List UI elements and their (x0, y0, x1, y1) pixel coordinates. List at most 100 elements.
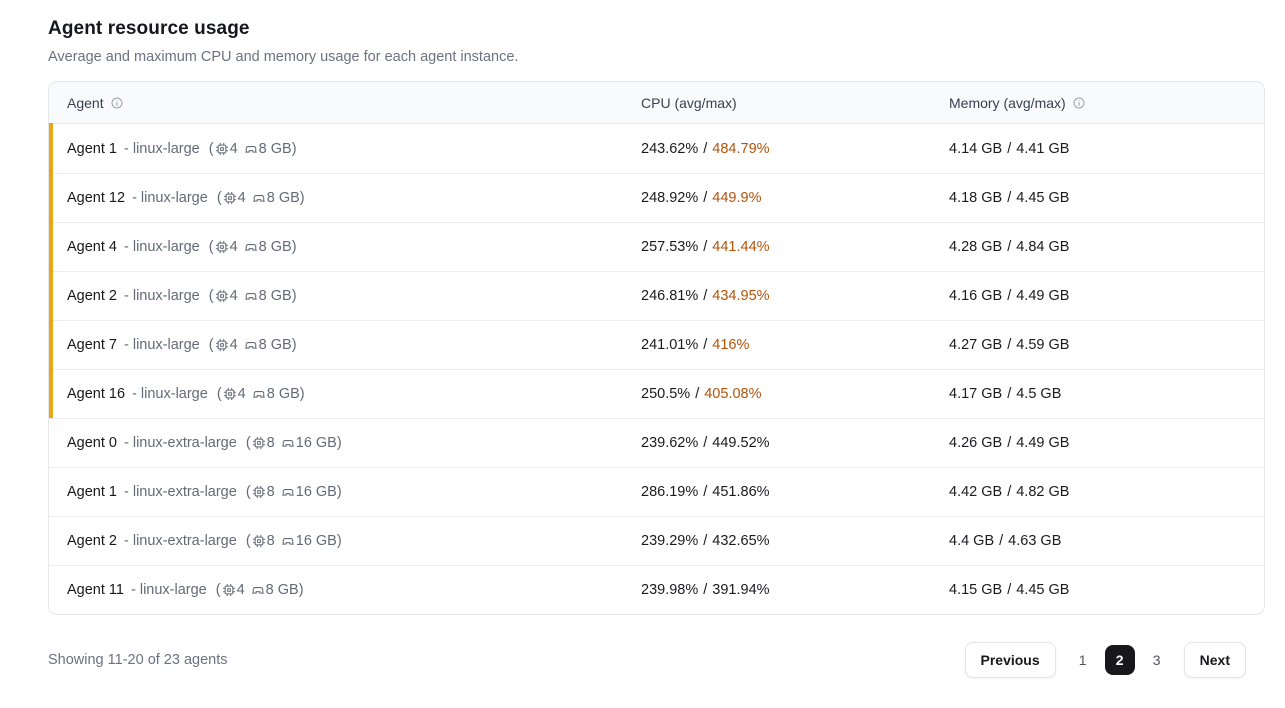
memory-avg: 4.17 GB (949, 386, 1002, 402)
memory-avg: 4.26 GB (949, 435, 1002, 451)
memory-max: 4.84 GB (1016, 239, 1069, 255)
memory-avg: 4.27 GB (949, 337, 1002, 353)
memory-usage-cell: 4.27 GB/4.59 GB (931, 337, 1264, 353)
value-separator: / (695, 386, 699, 402)
info-icon[interactable] (110, 96, 124, 110)
cpu-usage-cell: 239.62%/449.52% (623, 435, 931, 451)
agent-cores: 8 (267, 533, 275, 549)
agent-resource-usage-page: Agent resource usage Average and maximum… (0, 0, 1285, 678)
memory-usage-cell: 4.18 GB/4.45 GB (931, 190, 1264, 206)
memory-max: 4.49 GB (1016, 288, 1069, 304)
previous-page-button[interactable]: Previous (965, 642, 1056, 678)
agent-memory-size: 8 GB (259, 141, 292, 157)
agent-name: Agent 12 (67, 190, 125, 206)
memory-max: 4.45 GB (1016, 582, 1069, 598)
agent-name: Agent 1 (67, 484, 117, 500)
value-separator: / (703, 484, 707, 500)
ram-icon (244, 338, 258, 352)
cpu-chip-icon (215, 338, 229, 352)
value-separator: / (703, 435, 707, 451)
agent-cores: 4 (230, 337, 238, 353)
agent-queue-type: - linux-extra-large (124, 484, 237, 500)
value-separator: / (1007, 141, 1011, 157)
memory-usage-cell: 4.15 GB/4.45 GB (931, 582, 1264, 598)
agent-cores: 4 (230, 141, 238, 157)
cpu-chip-icon (215, 289, 229, 303)
cpu-chip-icon (215, 240, 229, 254)
agent-usage-table: Agent CPU (avg/max) Memory (avg/max) Age… (48, 81, 1265, 615)
page-1-button[interactable]: 1 (1068, 645, 1098, 675)
spec-close-paren: ) (337, 533, 342, 549)
cpu-chip-icon (252, 485, 266, 499)
memory-avg: 4.28 GB (949, 239, 1002, 255)
cpu-max: 434.95% (712, 288, 769, 304)
spec-close-paren: ) (300, 386, 305, 402)
page-number-list: 1 2 3 (1068, 645, 1172, 675)
cpu-max: 391.94% (712, 582, 769, 598)
table-row: Agent 4 - linux-large ( 4 8 GB ) 257.53%… (49, 222, 1264, 271)
next-page-button[interactable]: Next (1184, 642, 1246, 678)
spec-close-paren: ) (292, 288, 297, 304)
agent-cell: Agent 4 - linux-large ( 4 8 GB ) (49, 239, 623, 255)
table-row: Agent 16 - linux-large ( 4 8 GB ) 250.5%… (49, 369, 1264, 418)
cpu-avg: 239.62% (641, 435, 698, 451)
agent-name: Agent 2 (67, 533, 117, 549)
value-separator: / (703, 288, 707, 304)
info-icon[interactable] (1072, 96, 1086, 110)
cpu-chip-icon (222, 583, 236, 597)
memory-usage-cell: 4.14 GB / 4.41 GB (931, 141, 1264, 157)
cpu-chip-icon (223, 387, 237, 401)
cpu-avg: 246.81% (641, 288, 698, 304)
cpu-max: 432.65% (712, 533, 769, 549)
memory-usage-cell: 4.28 GB/4.84 GB (931, 239, 1264, 255)
cpu-chip-icon (252, 436, 266, 450)
page-3-button[interactable]: 3 (1142, 645, 1172, 675)
page-subtitle: Average and maximum CPU and memory usage… (48, 49, 1265, 65)
spec-open-paren: ( (246, 533, 251, 549)
agent-memory-size: 8 GB (259, 288, 292, 304)
cpu-max: 484.79% (712, 141, 769, 157)
agent-cell: Agent 2 - linux-extra-large ( 8 16 GB ) (49, 533, 623, 549)
pagination: Previous 1 2 3 Next (965, 642, 1247, 678)
page-2-button[interactable]: 2 (1105, 645, 1135, 675)
agent-spec: ( 4 8 GB ) (209, 337, 297, 353)
agent-memory-size: 8 GB (259, 337, 292, 353)
agent-memory-size: 16 GB (296, 533, 337, 549)
ram-icon (251, 583, 265, 597)
agent-cores: 8 (267, 484, 275, 500)
agent-cell: Agent 12 - linux-large ( 4 8 GB ) (49, 190, 623, 206)
memory-usage-cell: 4.4 GB/4.63 GB (931, 533, 1264, 549)
value-separator: / (1007, 386, 1011, 402)
agent-queue-type: - linux-large (124, 337, 200, 353)
agent-memory-size: 8 GB (267, 386, 300, 402)
table-row: Agent 11 - linux-large ( 4 8 GB ) 239.98… (49, 565, 1264, 614)
page-title: Agent resource usage (48, 18, 1265, 40)
memory-max: 4.63 GB (1008, 533, 1061, 549)
agent-cores: 4 (238, 190, 246, 206)
memory-max: 4.41 GB (1016, 141, 1069, 157)
ram-icon (244, 142, 258, 156)
cpu-max: 449.9% (712, 190, 761, 206)
memory-max: 4.45 GB (1016, 190, 1069, 206)
agent-queue-type: - linux-extra-large (124, 435, 237, 451)
cpu-avg: 243.62% (641, 141, 698, 157)
column-header-agent-label: Agent (67, 95, 104, 111)
agent-spec: ( 4 8 GB ) (217, 386, 305, 402)
column-header-agent: Agent (49, 95, 623, 111)
spec-open-paren: ( (217, 190, 222, 206)
table-header-row: Agent CPU (avg/max) Memory (avg/max) (49, 82, 1264, 124)
value-separator: / (1007, 435, 1011, 451)
agent-name: Agent 16 (67, 386, 125, 402)
agent-queue-type: - linux-large (132, 190, 208, 206)
agent-name: Agent 1 (67, 141, 117, 157)
cpu-avg: 286.19% (641, 484, 698, 500)
cpu-usage-cell: 286.19%/451.86% (623, 484, 931, 500)
ram-icon (281, 534, 295, 548)
memory-avg: 4.14 GB (949, 141, 1002, 157)
table-row: Agent 2 - linux-large ( 4 8 GB ) 246.81%… (49, 271, 1264, 320)
agent-spec: ( 8 16 GB ) (246, 533, 342, 549)
agent-name: Agent 2 (67, 288, 117, 304)
table-row: Agent 12 - linux-large ( 4 8 GB ) 248.92… (49, 173, 1264, 222)
agent-queue-type: - linux-large (131, 582, 207, 598)
spec-open-paren: ( (216, 582, 221, 598)
